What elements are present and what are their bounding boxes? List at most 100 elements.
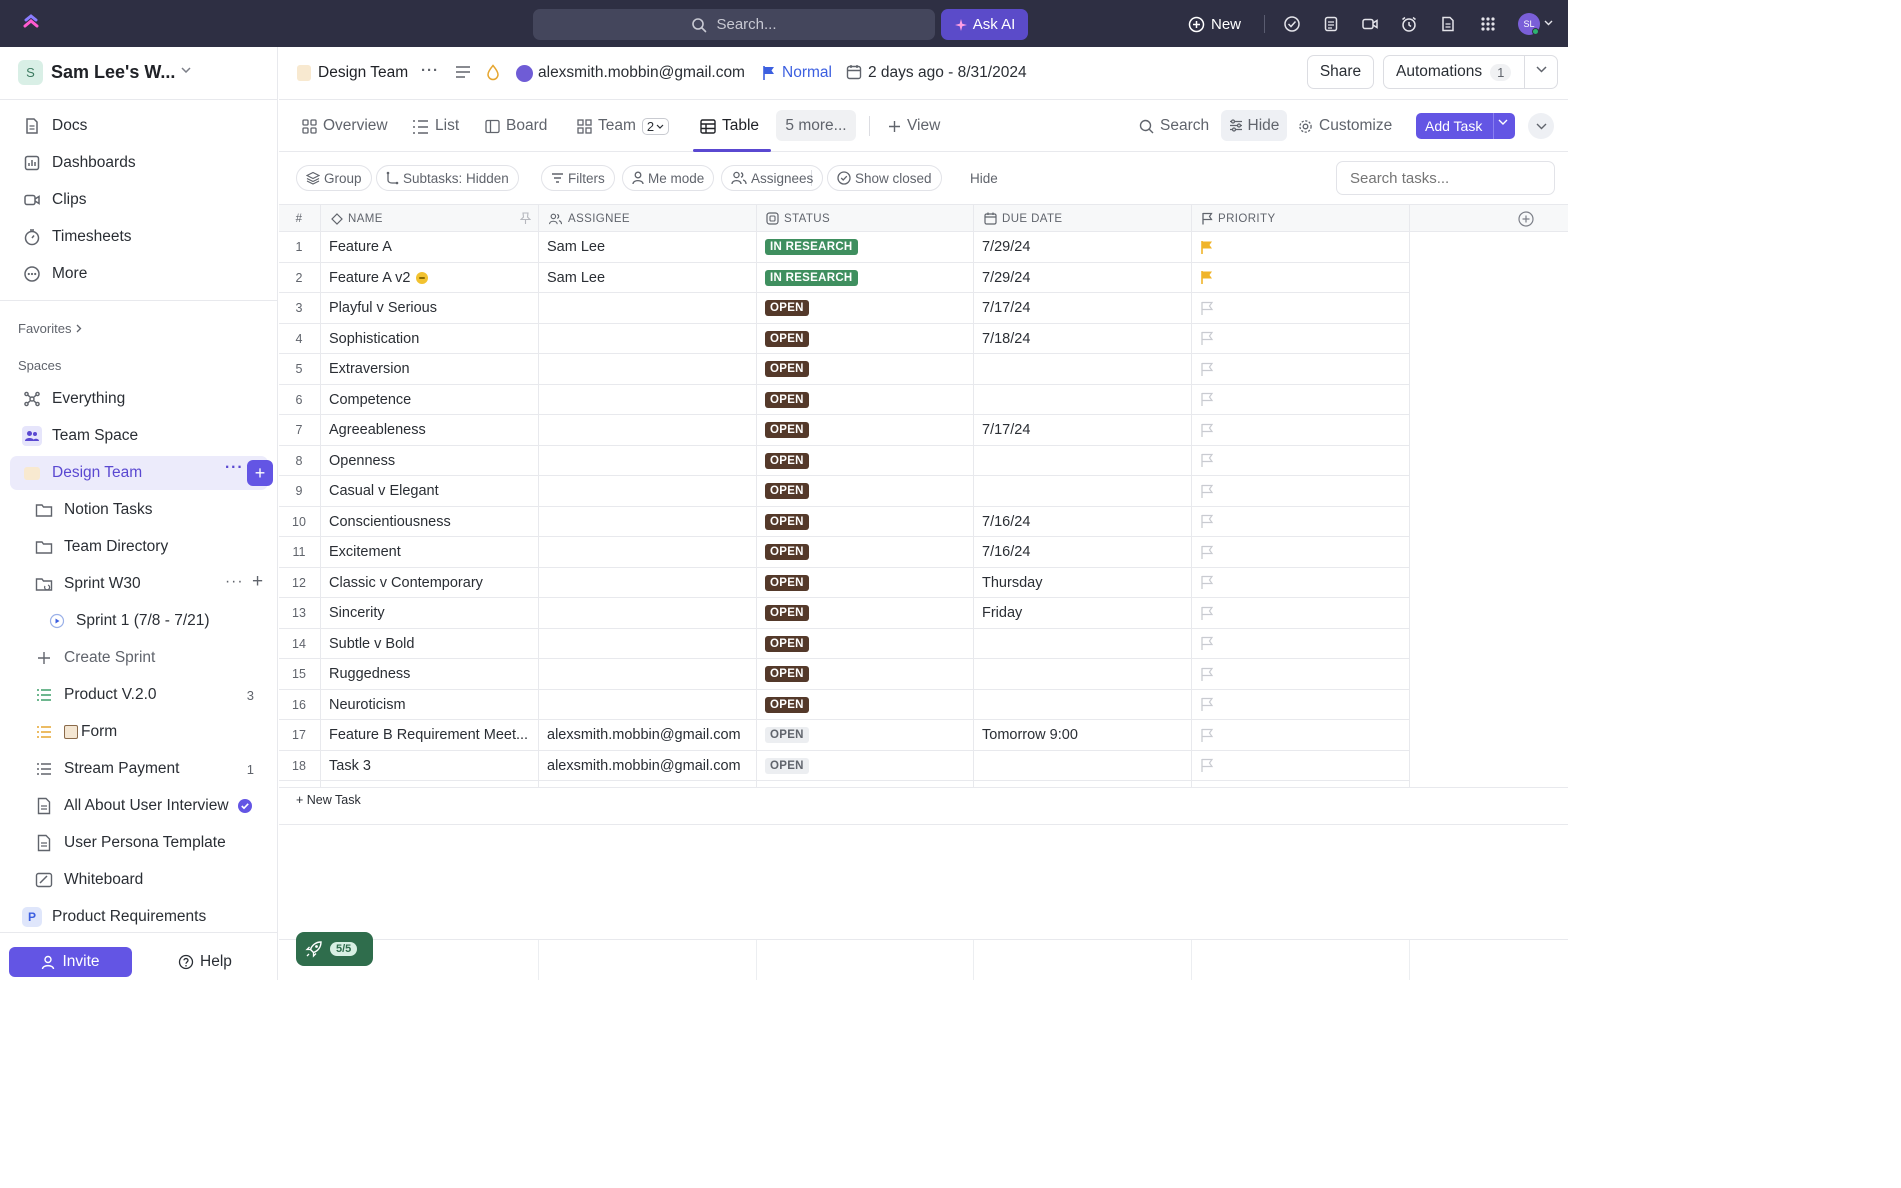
notepad-icon[interactable] [1322,15,1340,33]
hide-button[interactable]: Hide [1221,110,1287,141]
status-cell[interactable]: OPEN [765,507,970,537]
invite-button[interactable]: Invite [9,947,132,977]
sidebar-item-dashboards[interactable]: Dashboards [10,146,268,180]
assignee-cell[interactable]: alexsmith.mobbin@gmail.com [547,751,752,781]
task-name[interactable]: Classic v Contemporary [329,568,534,598]
sidebar-item-stream-payment[interactable]: Stream Payment 1 [10,752,268,786]
sidebar-item-all-about-user-interview[interactable]: All About User Interview [10,789,268,823]
clickup-logo-icon[interactable] [22,14,40,32]
priority-cell[interactable] [1200,415,1405,445]
apps-grid-icon[interactable] [1479,15,1497,33]
due-date-cell[interactable]: Friday [982,598,1187,628]
due-date-cell[interactable] [982,354,1187,384]
assignee-cell[interactable] [547,476,752,506]
sidebar-item-form[interactable]: Form [10,715,268,749]
table-row[interactable]: 18 Task 3 alexsmith.mobbin@gmail.com OPEN [279,751,1410,781]
share-button[interactable]: Share [1307,55,1374,89]
priority-cell[interactable] [1200,568,1405,598]
priority-cell[interactable] [1200,720,1405,750]
task-name[interactable]: Agreeableness [329,415,534,445]
table-row[interactable]: 11 Excitement OPEN 7/16/24 [279,537,1410,568]
due-date-cell[interactable]: 7/16/24 [982,507,1187,537]
table-row[interactable]: 9 Casual v Elegant OPEN [279,476,1410,507]
chevron-down-icon[interactable] [1498,119,1508,126]
assignee-cell[interactable] [547,659,752,689]
due-date-cell[interactable]: 7/18/24 [982,324,1187,354]
status-cell[interactable]: OPEN [765,629,970,659]
assignee-cell[interactable] [547,385,752,415]
task-name[interactable]: Openness [329,446,534,476]
sidebar-item-more[interactable]: More [10,257,268,291]
due-date-cell[interactable] [982,659,1187,689]
customize-button[interactable]: Customize [1298,100,1392,152]
priority-cell[interactable] [1200,263,1405,293]
due-date-cell[interactable] [982,446,1187,476]
status-cell[interactable]: OPEN [765,751,970,781]
new-task-button[interactable]: + New Task [296,793,361,807]
sidebar-item-sprint-1[interactable]: Sprint 1 (7/8 - 7/21) [10,604,268,638]
status-cell[interactable]: OPEN [765,690,970,720]
sidebar-item-everything[interactable]: Everything [10,382,268,416]
show-closed-chip[interactable]: Show closed [827,165,942,191]
table-row[interactable]: 8 Openness OPEN [279,446,1410,476]
col-name[interactable]: NAME [331,205,383,232]
sidebar-item-whiteboard[interactable]: Whiteboard [10,863,268,897]
sidebar-item-create-sprint[interactable]: Create Sprint [10,641,268,675]
priority-cell[interactable] [1200,659,1405,689]
due-date-cell[interactable] [982,476,1187,506]
table-row[interactable]: 5 Extraversion OPEN [279,354,1410,385]
group-chip[interactable]: Group [296,165,372,191]
table-row[interactable]: 10 Conscientiousness OPEN 7/16/24 [279,507,1410,537]
assignee-cell[interactable] [547,293,752,323]
tab-list[interactable]: List [412,100,459,152]
col-status[interactable]: STATUS [766,205,830,232]
more-options-icon[interactable]: ··· [421,62,439,79]
col-assignee[interactable]: ASSIGNEE [548,205,630,232]
priority-cell[interactable] [1200,385,1405,415]
automations-button[interactable]: Automations 1 [1383,55,1558,89]
chevron-down-icon[interactable] [1544,20,1553,26]
task-name[interactable]: Feature A v2 [329,263,534,293]
priority-cell[interactable] [1200,232,1405,262]
status-cell[interactable]: IN RESEARCH [765,232,970,262]
tab-team[interactable]: Team 2 [577,100,670,152]
priority-cell[interactable] [1200,751,1405,781]
assignee-cell[interactable] [547,415,752,445]
description-icon[interactable] [455,65,471,79]
add-column-icon[interactable] [1518,205,1534,232]
col-due-date[interactable]: DUE DATE [984,205,1063,232]
check-circle-icon[interactable] [1283,15,1301,33]
status-cell[interactable]: OPEN [765,568,970,598]
global-search[interactable]: Search... [533,9,935,40]
priority-cell[interactable] [1200,537,1405,567]
task-name[interactable]: Conscientiousness [329,507,534,537]
assignee-cell[interactable] [547,354,752,384]
add-button[interactable]: + [247,460,273,486]
assignees-chip[interactable]: Assignees [721,165,824,191]
priority-cell[interactable] [1200,354,1405,384]
sidebar-item-notion-tasks[interactable]: Notion Tasks [10,493,268,527]
team-count-selector[interactable]: 2 [641,117,670,135]
add-task-button[interactable]: Add Task [1416,113,1515,139]
task-name[interactable]: Excitement [329,537,534,567]
due-date-cell[interactable] [982,385,1187,415]
task-name[interactable]: Task 3 [329,751,534,781]
table-row[interactable]: 12 Classic v Contemporary OPEN Thursday [279,568,1410,598]
table-row[interactable]: 6 Competence OPEN [279,385,1410,415]
due-date-cell[interactable] [982,751,1187,781]
more-options-icon[interactable]: ··· [225,459,244,477]
status-cell[interactable]: IN RESEARCH [765,263,970,293]
table-row[interactable]: 4 Sophistication OPEN 7/18/24 [279,324,1410,354]
due-date-cell[interactable]: Thursday [982,568,1187,598]
priority-cell[interactable] [1200,446,1405,476]
owner-email[interactable]: alexsmith.mobbin@gmail.com [538,64,745,82]
tab-board[interactable]: Board [485,100,547,152]
owner-avatar[interactable] [516,65,533,82]
priority-cell[interactable] [1200,629,1405,659]
task-name[interactable]: Ruggedness [329,659,534,689]
assignee-cell[interactable] [547,446,752,476]
priority-cell[interactable] [1200,293,1405,323]
priority-cell[interactable] [1200,690,1405,720]
workspace-switcher[interactable]: S Sam Lee's W... [0,47,278,100]
assignee-cell[interactable] [547,568,752,598]
